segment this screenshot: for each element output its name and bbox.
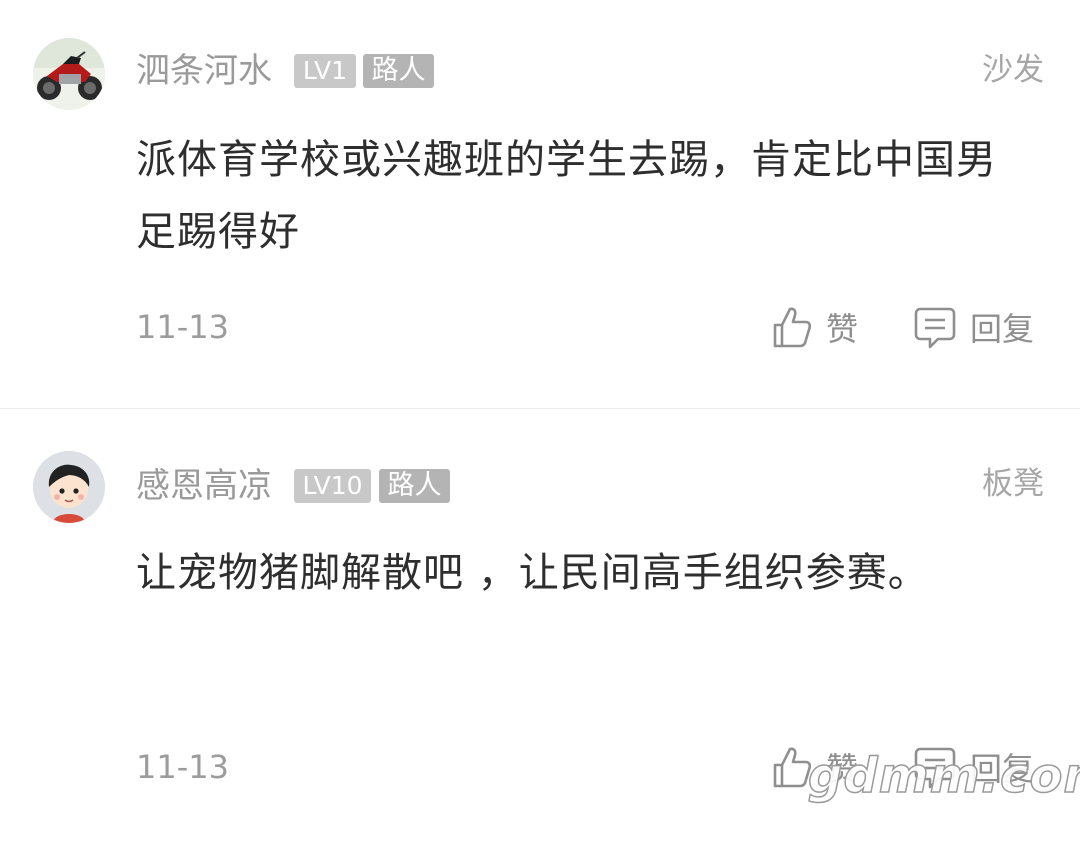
comment-date: 11-13 [136,748,229,786]
comment-text: 派体育学校或兴趣班的学生去踢，肯定比中国男足踢得好 [136,137,997,255]
like-button[interactable]: 赞 [772,304,858,350]
cartoon-boy-icon [33,451,105,523]
comment-text: 让宠物猪脚解散吧 ，让民间高手组织参赛。 [136,550,929,596]
comment-item: 泗条河水 LV1 路人 沙发 派体育学校或兴趣班的学生去踢，肯定比中国男足踢得好… [0,0,1080,408]
reply-button[interactable]: 回复 [914,304,1034,350]
like-label: 赞 [826,310,859,348]
thumbs-up-icon [773,307,812,348]
level-badge: LV1 [294,54,356,88]
comment-date: 11-13 [136,308,229,346]
reply-label: 回复 [970,310,1035,348]
role-badge: 路人 [379,469,450,503]
comment-icon [914,307,956,349]
avatar[interactable] [33,451,105,523]
floor-label: 板凳 [982,466,1044,502]
role-badge: 路人 [363,54,434,88]
floor-label: 沙发 [982,52,1044,88]
level-badge: LV10 [294,469,371,503]
username[interactable]: 泗条河水 [136,51,272,91]
username[interactable]: 感恩高凉 [136,466,272,506]
watermark: gdmm.com [807,747,1080,805]
motorcycle-icon [33,38,105,110]
thumbs-up-icon [773,747,812,788]
avatar[interactable] [33,38,105,110]
